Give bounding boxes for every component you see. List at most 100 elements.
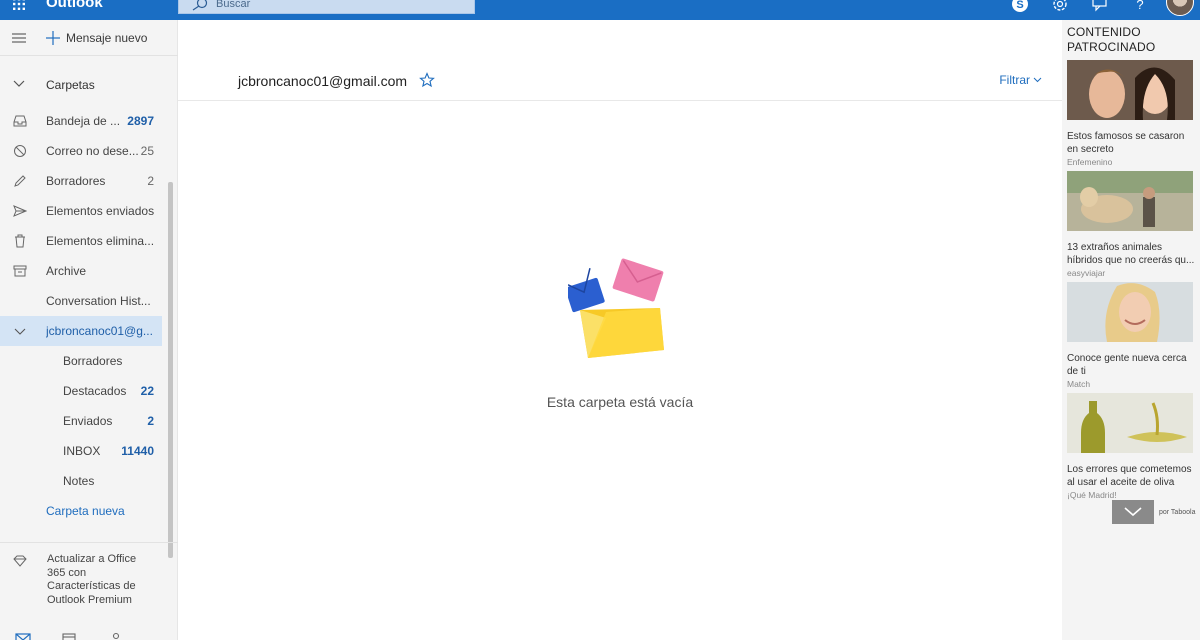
account-email: jcbroncanoc01@gmail.com <box>238 73 408 89</box>
unread-count: 2 <box>147 174 154 188</box>
help-icon[interactable]: ? <box>1130 0 1150 14</box>
more-icon[interactable] <box>147 632 163 640</box>
empty-folder-illustration <box>568 258 664 358</box>
folder-item-drafts[interactable]: Borradores 2 <box>0 166 162 196</box>
ad-source: ¡Qué Madrid! <box>1067 490 1117 500</box>
module-switcher <box>0 624 178 640</box>
taboola-attribution[interactable]: por Taboola <box>1159 509 1195 516</box>
unread-count: 22 <box>140 384 154 398</box>
svg-text:?: ? <box>1136 0 1143 12</box>
calendar-icon[interactable] <box>61 632 77 640</box>
folder-name: Borradores <box>63 354 123 368</box>
subfolder-item-drafts[interactable]: Borradores <box>0 346 162 376</box>
subfolder-item-notes[interactable]: Notes <box>0 466 162 496</box>
chevron-down-icon <box>1124 507 1142 517</box>
chevron-down-icon <box>14 328 26 335</box>
left-navigation: Mensaje nuevo Carpetas Bandeja de ... 28… <box>0 20 178 640</box>
ad-source: Match <box>1067 379 1091 389</box>
folders-header[interactable]: Carpetas <box>0 70 178 100</box>
archive-icon <box>13 265 27 277</box>
folder-name: Conversation Hist... <box>46 294 151 308</box>
chevron-down-icon <box>1033 77 1042 83</box>
ad-caption: 13 extraños animales híbridos que no cre… <box>1067 242 1195 266</box>
filter-label: Filtrar <box>999 73 1030 87</box>
svg-text:S: S <box>1016 0 1023 11</box>
folder-name: Elementos elimina... <box>46 234 155 248</box>
upgrade-promo[interactable]: Actualizar a Office 365 con Característi… <box>0 542 178 616</box>
folder-item-inbox[interactable]: Bandeja de ... 2897 <box>0 106 162 136</box>
nav-toolbar: Mensaje nuevo <box>0 20 178 56</box>
folders-header-label: Carpetas <box>46 78 95 92</box>
unread-count: 11440 <box>121 444 154 458</box>
folder-name: Notes <box>63 474 95 488</box>
folder-item-deleted[interactable]: Elementos elimina... <box>0 226 162 256</box>
subfolder-item-sent[interactable]: Enviados 2 <box>0 406 162 436</box>
new-message-button[interactable]: Mensaje nuevo <box>46 29 147 47</box>
ad-item[interactable]: 13 extraños animales híbridos que no cre… <box>1067 171 1195 278</box>
folder-item-conversation-history[interactable]: Conversation Hist... <box>0 286 162 316</box>
ad-source: Enfemenino <box>1067 157 1113 167</box>
mail-icon[interactable] <box>15 632 31 640</box>
folder-name: Archive <box>46 264 87 278</box>
sponsored-title: CONTENIDO PATROCINADO <box>1067 25 1156 54</box>
more-ads-button[interactable] <box>1112 500 1154 524</box>
ad-image-couple <box>1067 60 1193 120</box>
ad-image-animal <box>1067 171 1193 231</box>
search-input[interactable]: Buscar <box>216 0 250 10</box>
chevron-down-icon <box>13 80 25 87</box>
search-icon <box>192 0 208 11</box>
search-box[interactable]: Buscar <box>178 0 475 14</box>
empty-folder-message: Esta carpeta está vacía <box>546 394 694 410</box>
ad-source: easyviajar <box>1067 268 1106 278</box>
junk-icon <box>14 145 26 157</box>
user-avatar[interactable] <box>1166 0 1194 16</box>
folder-name: INBOX <box>63 444 101 458</box>
sponsored-content-panel: CONTENIDO PATROCINADO Estos famosos se c… <box>1062 20 1200 640</box>
folder-item-junk[interactable]: Correo no dese... 25 <box>0 136 162 166</box>
feedback-icon[interactable] <box>1090 0 1110 14</box>
account-folder-group[interactable]: jcbroncanoc01@g... <box>0 316 162 346</box>
top-bar: Outlook Buscar S ? <box>0 0 1200 20</box>
ad-caption: Los errores que cometemos al usar el ace… <box>1067 464 1192 488</box>
subfolder-item-inbox[interactable]: INBOX 11440 <box>0 436 162 466</box>
inbox-icon <box>13 115 27 127</box>
account-name: jcbroncanoc01@g... <box>46 324 153 338</box>
people-icon[interactable] <box>107 632 123 640</box>
pencil-icon <box>14 175 26 187</box>
folder-name: Destacados <box>63 384 127 398</box>
ad-item[interactable]: Conoce gente nueva cerca de ti Match <box>1067 282 1195 389</box>
unread-count: 2 <box>147 414 154 428</box>
ad-caption: Conoce gente nueva cerca de ti <box>1067 353 1187 377</box>
star-icon[interactable] <box>419 72 435 88</box>
folder-name: Elementos enviados <box>46 204 155 218</box>
settings-icon[interactable] <box>1050 0 1070 14</box>
upgrade-text: Actualizar a Office 365 con Característi… <box>47 553 137 606</box>
unread-count: 25 <box>140 144 154 158</box>
folder-item-archive[interactable]: Archive <box>0 256 162 286</box>
filter-dropdown[interactable]: Filtrar <box>999 73 1042 87</box>
skype-icon[interactable]: S <box>1010 0 1030 14</box>
reading-pane: jcbroncanoc01@gmail.com Filtrar Esta car… <box>178 20 1062 640</box>
folder-item-sent[interactable]: Elementos enviados <box>0 196 162 226</box>
message-list-header: jcbroncanoc01@gmail.com Filtrar <box>178 54 1062 101</box>
ad-caption: Estos famosos se casaron en secreto <box>1067 131 1185 155</box>
ad-item[interactable]: Estos famosos se casaron en secreto Enfe… <box>1067 60 1195 167</box>
send-icon <box>13 205 27 217</box>
diamond-icon <box>13 555 27 567</box>
app-launcher-icon[interactable] <box>12 0 26 11</box>
trash-icon <box>15 234 25 248</box>
ad-item[interactable]: Los errores que cometemos al usar el ace… <box>1067 393 1195 500</box>
new-message-label: Mensaje nuevo <box>66 31 148 45</box>
subfolder-item-starred[interactable]: Destacados 22 <box>0 376 162 406</box>
hamburger-menu-icon[interactable] <box>12 33 26 43</box>
new-folder-label: Carpeta nueva <box>46 504 125 518</box>
new-folder-link[interactable]: Carpeta nueva <box>0 496 162 526</box>
folder-name: Borradores <box>46 174 106 188</box>
ad-image-olive-oil <box>1067 393 1193 453</box>
folder-scrollbar[interactable] <box>168 182 173 558</box>
app-title[interactable]: Outlook <box>46 0 103 11</box>
folder-name: Enviados <box>63 414 113 428</box>
folder-name: Bandeja de ... <box>46 114 121 128</box>
plus-icon <box>46 31 60 45</box>
unread-count: 2897 <box>127 114 154 128</box>
